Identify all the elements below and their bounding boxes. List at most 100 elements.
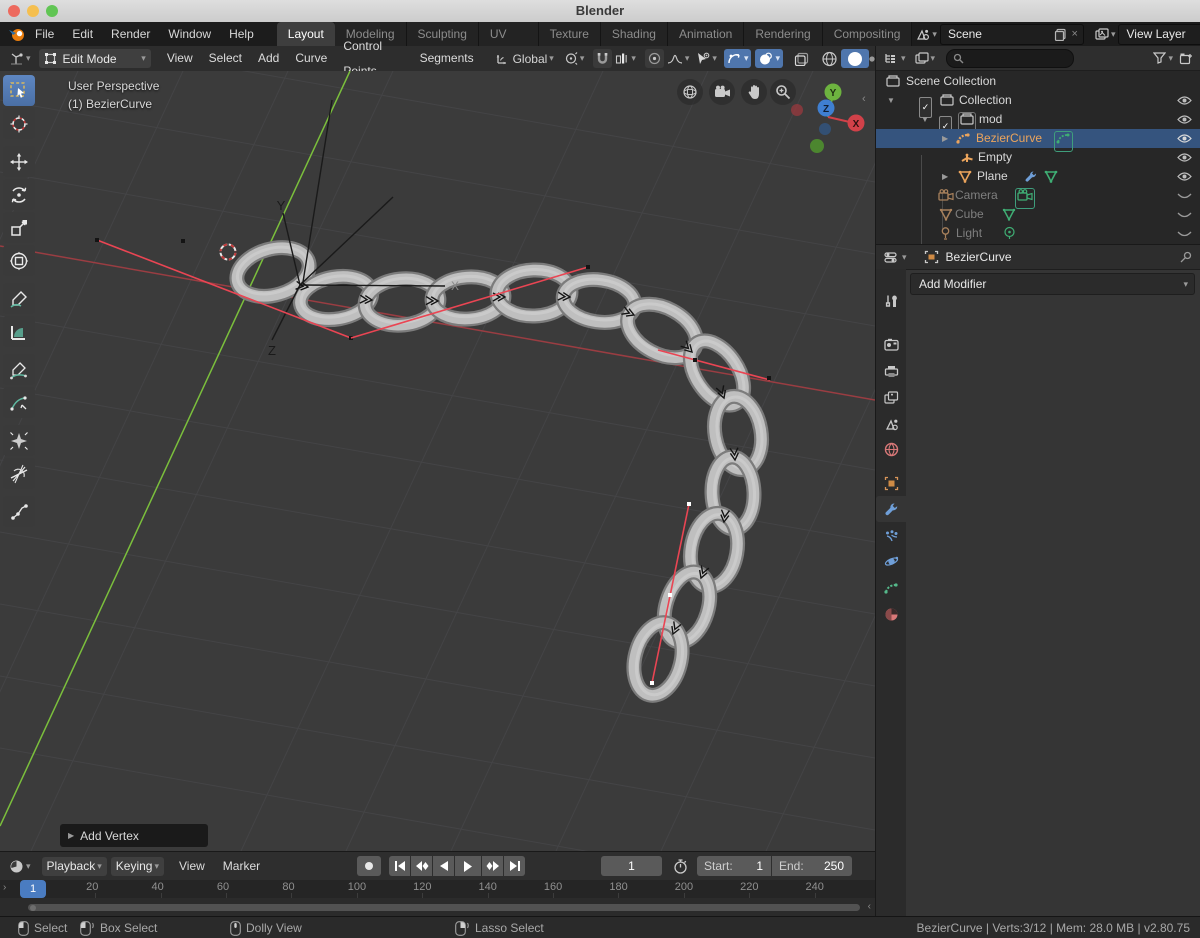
end-frame-field[interactable]: End: 250 [772, 856, 852, 876]
tool-rotate[interactable] [3, 179, 35, 210]
outliner-filter-id-dropdown[interactable]: ▾ [912, 49, 939, 68]
outliner-row-empty[interactable]: Empty [876, 148, 1200, 167]
outliner-row-camera[interactable]: Camera [876, 186, 1200, 205]
tab-world[interactable] [876, 436, 906, 462]
tool-curve-pen[interactable] [3, 387, 35, 418]
transform-orientation-dropdown[interactable]: Global ▾ [492, 49, 557, 68]
outliner-row-collection[interactable]: ▼ ✓ Collection [876, 91, 1200, 110]
proportional-editing-button[interactable] [645, 49, 664, 68]
tab-render[interactable] [876, 331, 906, 357]
tool-shear[interactable] [3, 458, 35, 489]
toggle-xray-button[interactable] [791, 49, 812, 68]
menu-segments[interactable]: Segments [412, 46, 482, 71]
timeline-editor-type-button[interactable]: ▾ [6, 857, 34, 876]
properties-editor-type-button[interactable]: ▾ [881, 248, 910, 267]
snap-toggle-button[interactable] [593, 49, 612, 68]
stopwatch-icon[interactable] [670, 857, 691, 876]
outliner-row-plane[interactable]: ▶ Plane [876, 167, 1200, 186]
workspace-tab-layout[interactable]: Layout [277, 22, 335, 46]
menu-curve[interactable]: Curve [287, 46, 335, 71]
tab-modifiers[interactable] [876, 496, 906, 522]
tool-cursor[interactable] [3, 108, 35, 139]
timeline-track[interactable]: ‹ [0, 898, 875, 917]
workspace-tab-shading[interactable]: Shading [601, 22, 668, 46]
workspace-tab-texture-paint[interactable]: Texture Paint [539, 22, 601, 46]
disclosure-triangle[interactable]: ▶ [942, 129, 948, 148]
menu-edit[interactable]: Edit [63, 22, 102, 46]
zoom-view-button[interactable] [770, 79, 796, 105]
outliner-display-mode-dropdown[interactable]: ▾ [881, 49, 909, 68]
menu-timeline-view[interactable]: View [170, 854, 214, 878]
play-button[interactable] [455, 856, 481, 876]
camera-view-button[interactable] [709, 79, 735, 105]
workspace-tab-animation[interactable]: Animation [668, 22, 744, 46]
editor-type-button[interactable]: ▾ [6, 49, 34, 68]
collapse-region-icon[interactable]: ‹ [862, 93, 866, 105]
tab-object-data[interactable] [876, 575, 906, 601]
pan-view-button[interactable] [741, 79, 767, 105]
outliner-row-light[interactable]: Light [876, 224, 1200, 243]
jump-to-start-button[interactable] [389, 856, 410, 876]
viewport-3d[interactable]: Y Z X [0, 71, 875, 851]
keying-dropdown[interactable]: Keying ▾ [111, 857, 164, 876]
blender-logo-icon[interactable] [8, 26, 26, 42]
workspace-tab-sculpting[interactable]: Sculpting [407, 22, 479, 46]
tab-view-layer[interactable] [876, 384, 906, 410]
mode-dropdown[interactable]: Edit Mode ▾ [39, 49, 151, 68]
outliner-filter-dropdown[interactable]: ▾ [1150, 49, 1176, 68]
start-frame-field[interactable]: Start: 1 [697, 856, 771, 876]
playback-dropdown[interactable]: Playback ▾ [42, 857, 107, 876]
tool-move[interactable] [3, 146, 35, 177]
tab-object[interactable] [876, 470, 906, 496]
view-layer-browse-button[interactable]: ▾ [1092, 25, 1119, 44]
shading-solid-button[interactable] [841, 49, 869, 68]
menu-help[interactable]: Help [220, 22, 263, 46]
outliner-search-input[interactable] [946, 49, 1074, 68]
disclosure-triangle[interactable]: ▶ [942, 167, 948, 186]
snap-settings-dropdown[interactable]: ▾ [612, 49, 639, 68]
playhead[interactable]: 1 [20, 880, 46, 898]
tool-tilt[interactable] [3, 425, 35, 456]
outliner-row-scene-collection[interactable]: Scene Collection [876, 72, 1200, 91]
next-keyframe-button[interactable] [482, 856, 503, 876]
tab-tool[interactable] [876, 288, 906, 314]
current-frame-field[interactable]: 1 [601, 856, 662, 876]
menu-add[interactable]: Add [250, 46, 287, 71]
new-collection-button[interactable] [1176, 49, 1196, 68]
menu-file[interactable]: File [26, 22, 63, 46]
scene-name-field[interactable]: Scene × [940, 24, 1084, 45]
add-vertex-panel[interactable]: ▶ Add Vertex [60, 824, 208, 847]
timeline-ruler[interactable]: › 1 20406080100120140160180200220240 [0, 880, 875, 899]
tool-measure[interactable] [3, 316, 35, 347]
prev-keyframe-button[interactable] [411, 856, 432, 876]
view-layer-field[interactable]: View Layer × [1118, 24, 1200, 45]
menu-timeline-marker[interactable]: Marker [214, 854, 269, 878]
tab-physics[interactable] [876, 548, 906, 574]
timeline-scrollbar[interactable] [28, 904, 860, 911]
tool-draw[interactable] [3, 354, 35, 385]
disclosure-triangle[interactable]: ▼ [921, 110, 929, 129]
play-reverse-button[interactable] [433, 856, 454, 876]
pivot-point-dropdown[interactable]: ▾ [561, 49, 588, 68]
expand-region-icon[interactable]: › [3, 882, 6, 893]
tool-select-box[interactable] [3, 75, 35, 106]
toggle-perspective-button[interactable] [677, 79, 703, 105]
workspace-tab-compositing[interactable]: Compositing [823, 22, 913, 46]
disclosure-triangle[interactable]: ▼ [887, 91, 895, 110]
record-button[interactable] [357, 856, 381, 876]
jump-to-end-button[interactable] [504, 856, 525, 876]
outliner-row-mod[interactable]: ▼ ✓ mod [876, 110, 1200, 129]
tab-output[interactable] [876, 358, 906, 384]
menu-select[interactable]: Select [201, 46, 250, 71]
tool-annotate[interactable] [3, 283, 35, 314]
show-overlays-toggle[interactable]: ▾ [724, 49, 752, 68]
shading-wireframe-button[interactable] [818, 49, 841, 68]
proportional-falloff-dropdown[interactable]: ▾ [664, 49, 693, 68]
scene-browse-button[interactable]: ▾ [912, 25, 940, 44]
tool-extrude-cursor[interactable] [3, 496, 35, 527]
collapse-region-icon[interactable]: ‹ [868, 901, 871, 912]
menu-window[interactable]: Window [159, 22, 220, 46]
outliner-row-beziercurve[interactable]: ▶ BezierCurve [876, 129, 1200, 148]
workspace-tab-uv-editing[interactable]: UV Editing [479, 22, 539, 46]
show-gizmo-dropdown[interactable]: ▾ [692, 49, 720, 68]
